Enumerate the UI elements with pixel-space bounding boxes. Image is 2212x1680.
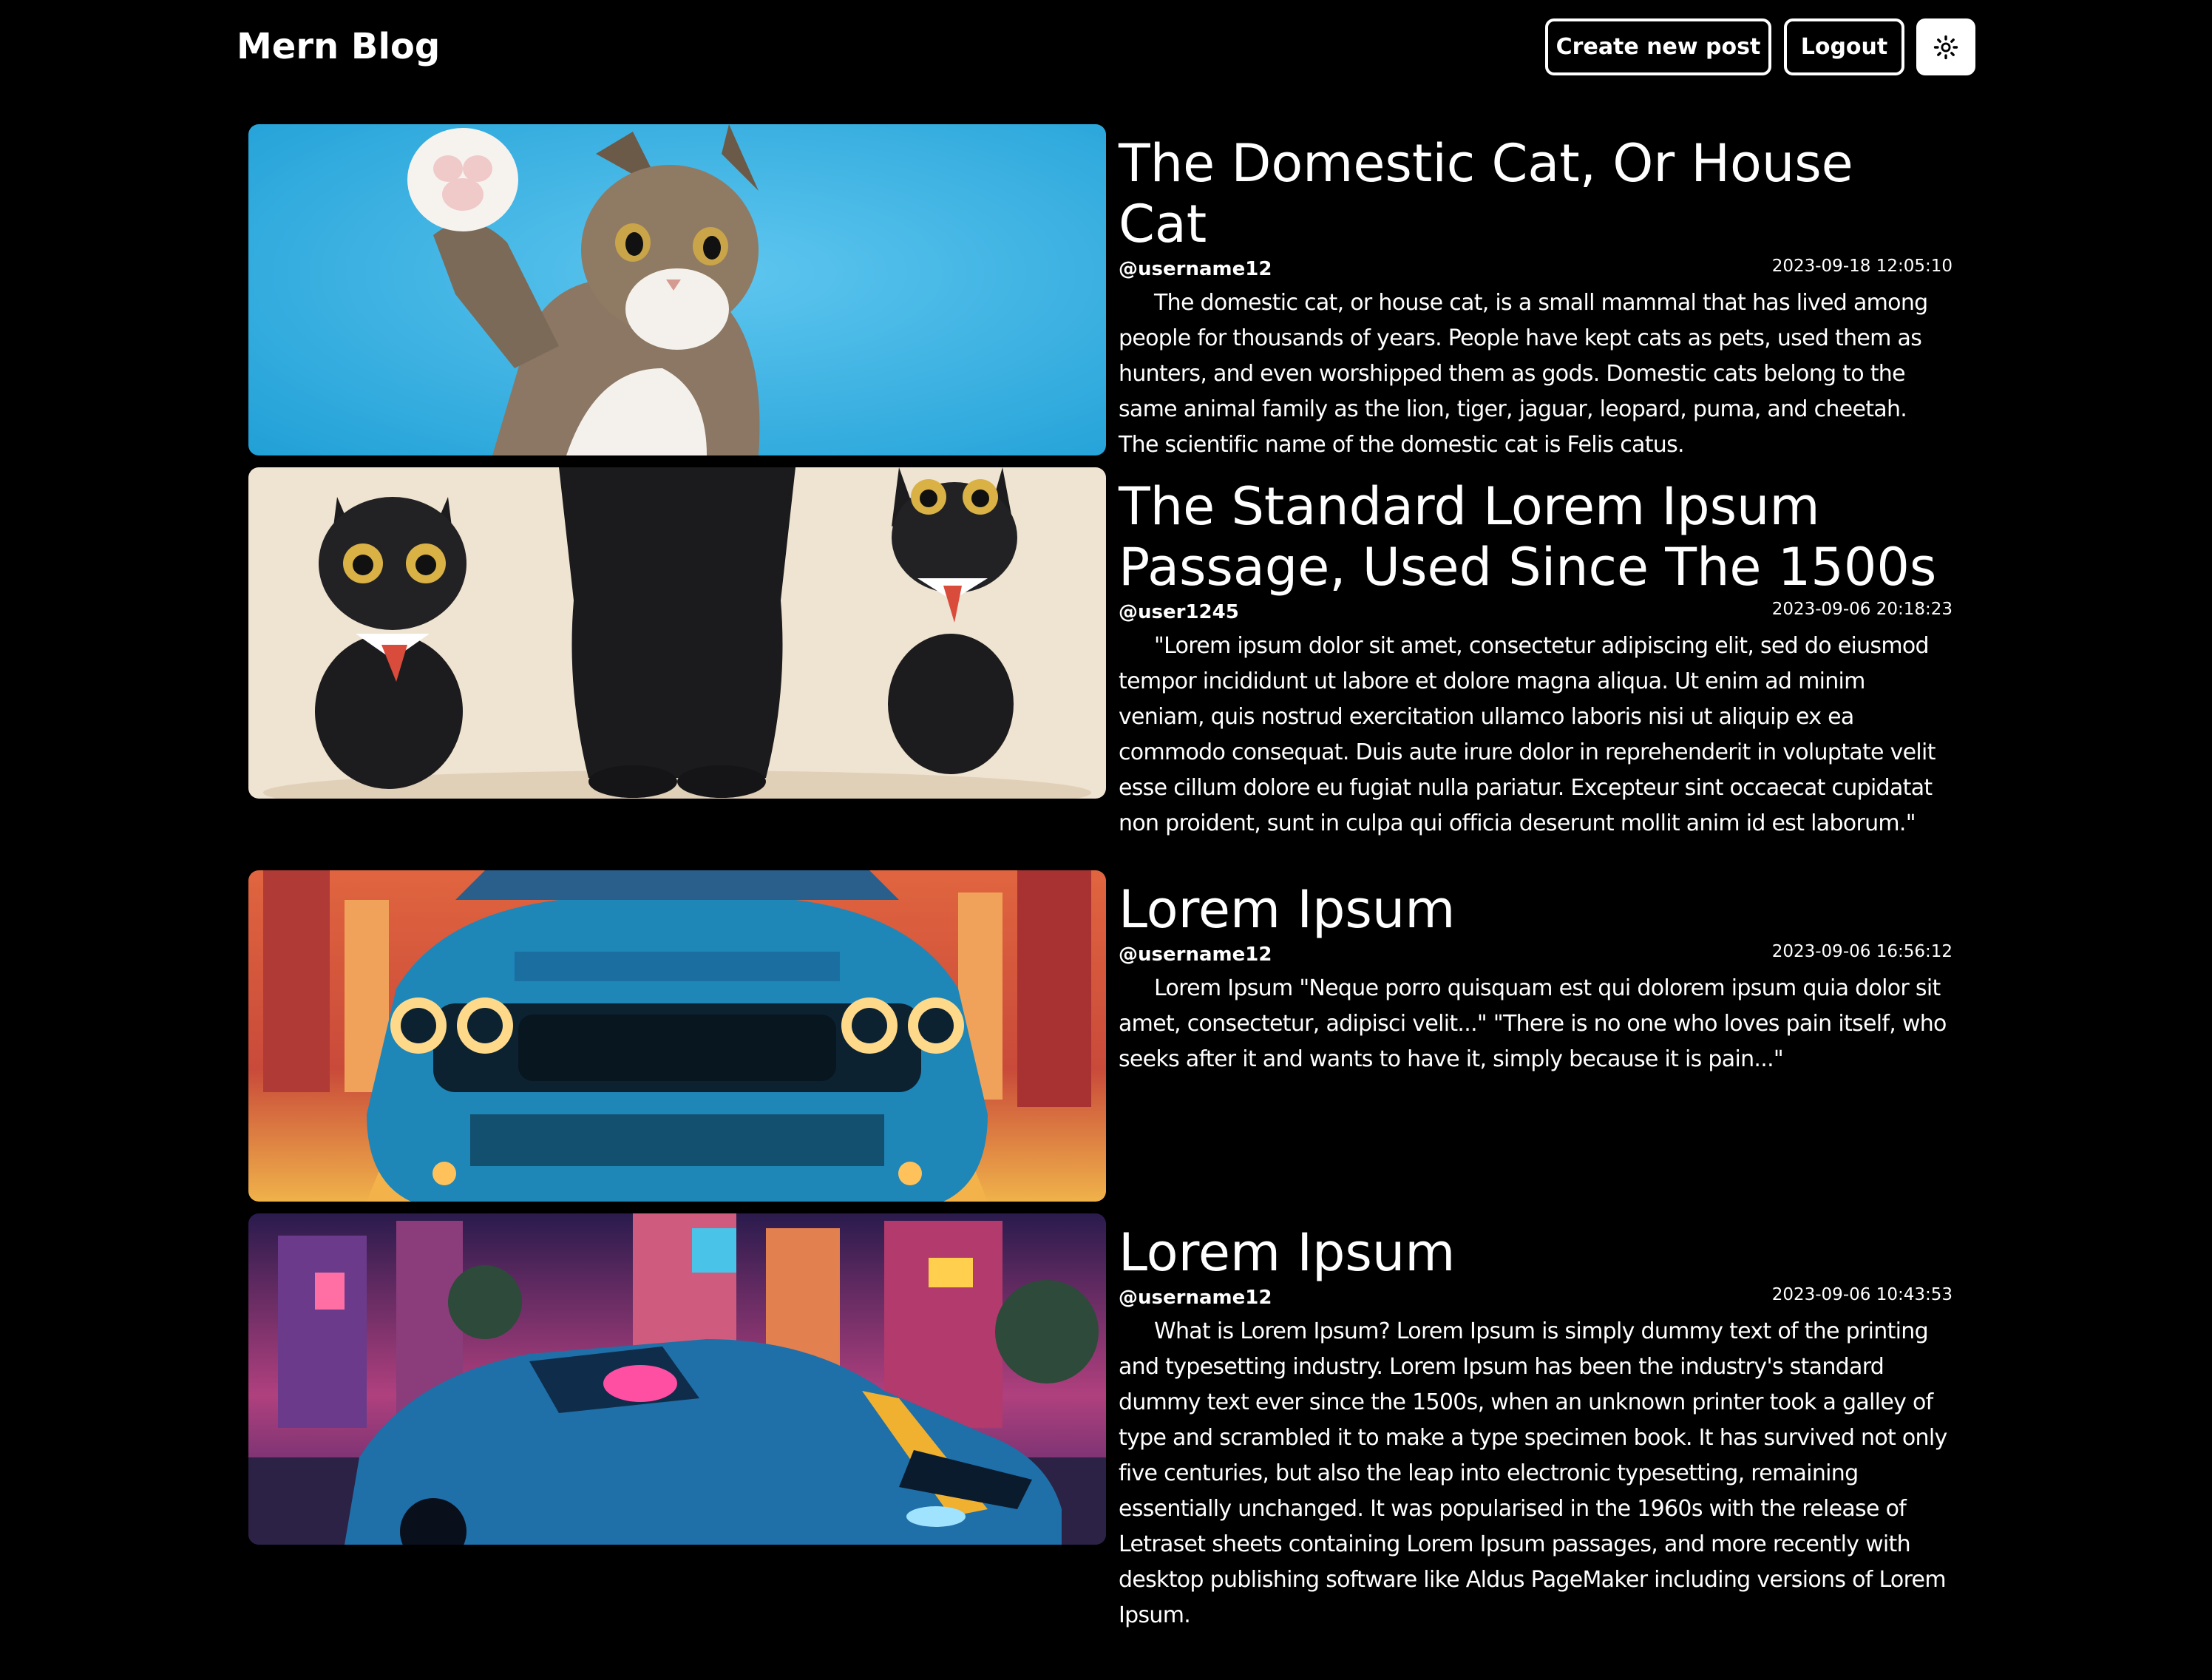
post-title-link[interactable]: Lorem Ipsum: [1119, 870, 1953, 940]
post-timestamp: 2023-09-06 10:43:53: [1771, 1285, 1953, 1304]
post-meta: @username12 2023-09-06 10:43:53: [1119, 1284, 1953, 1311]
post-author: @user1245: [1119, 601, 1239, 623]
post-body: Lorem Ipsum @username12 2023-09-06 16:56…: [1119, 870, 1953, 1077]
post-timestamp: 2023-09-06 16:56:12: [1771, 942, 1953, 961]
post-body: The Domestic Cat, Or House Cat @username…: [1119, 124, 1953, 463]
brand-logo-link[interactable]: Mern Blog: [237, 22, 440, 71]
sun-icon: [1933, 35, 1958, 59]
post-meta: @user1245 2023-09-06 20:18:23: [1119, 599, 1953, 626]
post-image-link[interactable]: [248, 1213, 1106, 1545]
post-image-link[interactable]: [248, 870, 1106, 1202]
post-image-link[interactable]: [248, 467, 1106, 799]
post-image-link[interactable]: [248, 124, 1106, 455]
post-title-link[interactable]: The Standard Lorem Ipsum Passage, Used S…: [1119, 467, 1953, 597]
post-image-black-cats: [248, 467, 1106, 799]
post-meta: @username12 2023-09-06 16:56:12: [1119, 941, 1953, 968]
post-author: @username12: [1119, 1287, 1272, 1309]
post-image-car-neon-city: [248, 1213, 1106, 1545]
logout-button[interactable]: Logout: [1784, 18, 1904, 75]
theme-toggle-button[interactable]: [1916, 18, 1975, 75]
post-summary: Lorem Ipsum "Neque porro quisquam est qu…: [1119, 975, 1947, 1072]
post-title-link[interactable]: Lorem Ipsum: [1119, 1213, 1953, 1283]
post-body: Lorem Ipsum @username12 2023-09-06 10:43…: [1119, 1213, 1953, 1633]
post-meta: @username12 2023-09-18 12:05:10: [1119, 256, 1953, 282]
post-title-link[interactable]: The Domestic Cat, Or House Cat: [1119, 124, 1953, 254]
create-post-button[interactable]: Create new post: [1545, 18, 1771, 75]
post-image-car-front: [248, 870, 1106, 1202]
post-summary: "Lorem ipsum dolor sit amet, consectetur…: [1119, 633, 1936, 836]
post-summary: The domestic cat, or house cat, is a sma…: [1119, 290, 1928, 458]
post-author: @username12: [1119, 944, 1272, 966]
app: Mern Blog Create new post Logout The Dom…: [0, 0, 2212, 1680]
post-author: @username12: [1119, 258, 1272, 280]
top-navbar: Mern Blog Create new post Logout: [0, 0, 2212, 96]
post-timestamp: 2023-09-06 20:18:23: [1771, 600, 1953, 619]
post-image-cat: [248, 124, 1106, 455]
post-timestamp: 2023-09-18 12:05:10: [1771, 257, 1953, 276]
post-body: The Standard Lorem Ipsum Passage, Used S…: [1119, 467, 1953, 841]
post-summary: What is Lorem Ipsum? Lorem Ipsum is simp…: [1119, 1318, 1947, 1628]
